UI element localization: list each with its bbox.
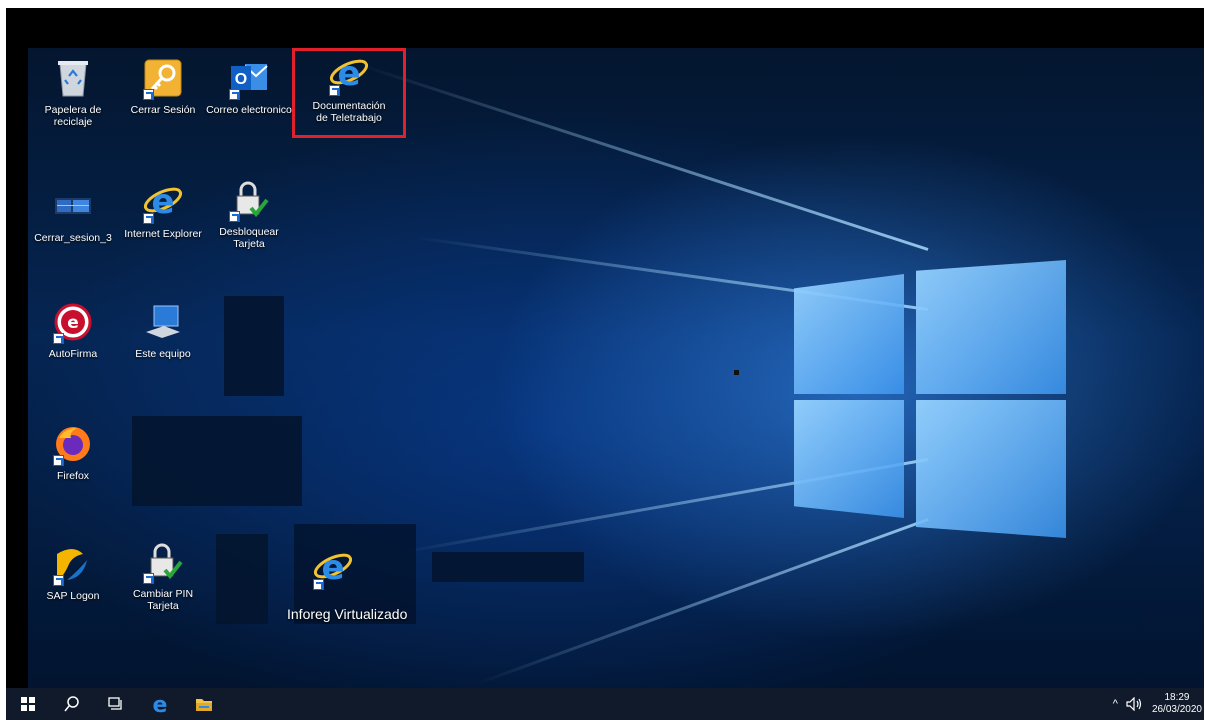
render-artifact (216, 534, 268, 624)
desktop-icon-label: Cerrar_sesion_3 (34, 232, 112, 244)
desktop-icon-recycle-bin[interactable]: Papelera de reciclaje (32, 56, 114, 128)
highlight-box (292, 48, 406, 138)
svg-text:e: e (321, 548, 344, 588)
wallpaper-light-beam (356, 62, 929, 251)
edge-icon: e (153, 693, 168, 715)
computer-icon (141, 300, 185, 344)
desktop-icon-label: SAP Logon (46, 590, 100, 602)
clock-time: 18:29 (1164, 692, 1190, 703)
key-icon (141, 56, 185, 100)
desktop-icon-label: Internet Explorer (124, 228, 202, 240)
shortcut-arrow-icon (143, 89, 154, 100)
file-explorer-icon (196, 699, 212, 711)
autofirma-icon: e (51, 300, 95, 344)
internet-explorer-icon: e (311, 546, 355, 590)
cursor-dot (734, 370, 739, 375)
desktop-icon-cambiar-pin-tarjeta[interactable]: Cambiar PIN Tarjeta (122, 540, 204, 612)
shortcut-arrow-icon (53, 333, 64, 344)
remote-session-top-bar (6, 8, 1204, 48)
file-explorer-button[interactable] (182, 688, 226, 720)
outlook-icon: O (227, 56, 271, 100)
desktop-icon-desbloquear-tarjeta[interactable]: Desbloquear Tarjeta (208, 178, 290, 250)
firefox-icon (51, 422, 95, 466)
desktop-icon-label: AutoFirma (48, 348, 98, 360)
desktop-icon-label: Cerrar Sesión (130, 104, 196, 116)
desktop-icon-firefox[interactable]: Firefox (32, 422, 114, 482)
desktop-icon-correo[interactable]: O Correo electronico (206, 56, 292, 116)
task-view-button[interactable] (94, 688, 138, 720)
shortcut-arrow-icon (53, 455, 64, 466)
desktop-icon-label: Papelera de reciclaje (44, 104, 102, 128)
windows-logo-pane (794, 274, 904, 394)
search-button[interactable] (50, 688, 94, 720)
recycle-bin-icon (51, 56, 95, 100)
taskbar: e ^ 18:29 26/03/2020 (6, 688, 1204, 720)
svg-text:e: e (153, 693, 168, 715)
desktop-icon-sap-logon[interactable]: SAP Logon (32, 542, 114, 602)
render-artifact (432, 552, 584, 582)
task-view-icon (108, 697, 122, 710)
desktop-icon-label: Inforeg Virtualizado (287, 606, 408, 622)
windows-logoff-icon (51, 184, 95, 228)
desktop-icon-label: Firefox (56, 470, 90, 482)
desktop-icon-label: Desbloquear Tarjeta (219, 226, 279, 250)
windows-logo-pane (916, 400, 1066, 538)
desktop-icon-internet-explorer[interactable]: e Internet Explorer (122, 180, 204, 240)
svg-text:O: O (235, 71, 247, 88)
sap-logon-icon (51, 542, 95, 586)
desktop-icon-este-equipo[interactable]: Este equipo (122, 300, 204, 360)
render-artifact (224, 296, 284, 396)
windows-logo-pane (794, 400, 904, 518)
render-artifact (132, 416, 302, 506)
clock[interactable]: 18:29 26/03/2020 (1152, 692, 1202, 716)
desktop-icon-autofirma[interactable]: e AutoFirma (32, 300, 114, 360)
search-icon (64, 696, 79, 712)
svg-text:e: e (151, 182, 174, 222)
desktop-icon-cerrar-sesion-3[interactable]: Cerrar_sesion_3 (32, 184, 114, 244)
windows-logo-pane (916, 260, 1066, 394)
shortcut-arrow-icon (143, 573, 154, 584)
shortcut-arrow-icon (229, 89, 240, 100)
wallpaper-light-beam (476, 518, 929, 686)
show-hidden-icons-chevron[interactable]: ^ (1113, 698, 1118, 710)
start-button[interactable] (6, 688, 50, 720)
desktop-icon-label: Correo electronico (206, 104, 292, 116)
system-tray: ^ 18:29 26/03/2020 (1113, 688, 1204, 720)
clock-date: 26/03/2020 (1151, 704, 1202, 715)
volume-icon[interactable] (1126, 697, 1144, 711)
shortcut-arrow-icon (53, 575, 64, 586)
desktop-icon-label: Este equipo (135, 348, 191, 360)
shortcut-arrow-icon (313, 579, 324, 590)
start-icon (21, 697, 35, 711)
svg-text:e: e (67, 313, 79, 333)
remote-desktop-frame: Papelera de reciclaje Cerrar Sesión O Co… (6, 8, 1204, 720)
shortcut-arrow-icon (143, 213, 154, 224)
shortcut-arrow-icon (229, 211, 240, 222)
desktop-icon-label: Cambiar PIN Tarjeta (132, 588, 194, 612)
internet-explorer-icon: e (141, 180, 185, 224)
padlock-check-icon (141, 540, 185, 584)
edge-button[interactable]: e (138, 688, 182, 720)
padlock-check-icon (227, 178, 271, 222)
desktop-icon-cerrar-sesion[interactable]: Cerrar Sesión (122, 56, 204, 116)
desktop-icon-inforeg-virtualizado[interactable]: e (292, 546, 374, 590)
